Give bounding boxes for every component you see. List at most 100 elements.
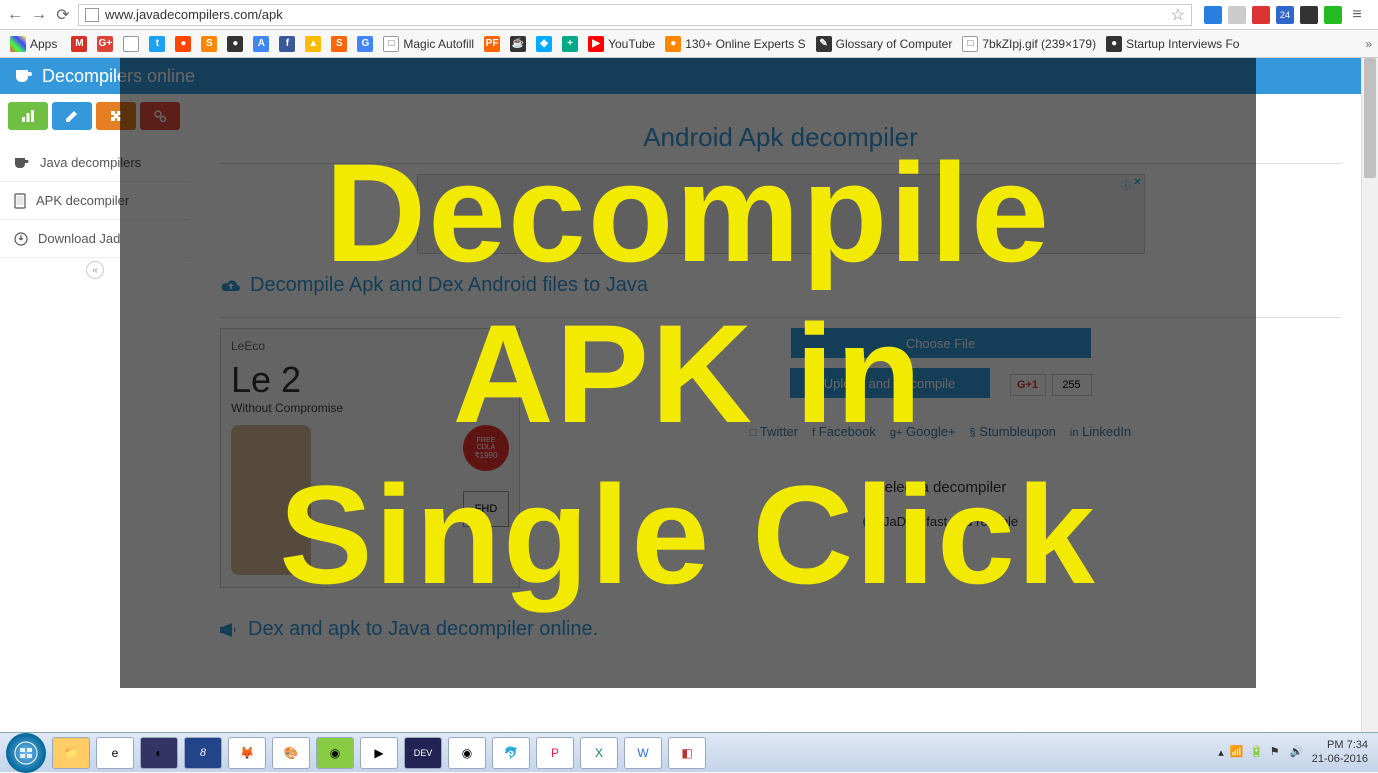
- ext-icon[interactable]: [1252, 6, 1270, 24]
- task-chrome[interactable]: ◉: [448, 737, 486, 769]
- apps-icon: [10, 36, 26, 52]
- bookmark-item[interactable]: ●: [171, 34, 195, 54]
- system-tray: ▴ 📶 🔋 ⚑ 🔊 PM 7:34 21-06-2016: [1218, 739, 1372, 765]
- bookmark-item[interactable]: □ 7bkZIpj.gif (239×179): [958, 34, 1100, 54]
- url-text: www.javadecompilers.com/apk: [105, 7, 1165, 22]
- apps-button[interactable]: Apps: [6, 34, 61, 54]
- ext-icon[interactable]: [1228, 6, 1246, 24]
- bookmark-item[interactable]: ●: [223, 34, 247, 54]
- windows-icon: [14, 741, 38, 765]
- bookmark-item[interactable]: +: [558, 34, 582, 54]
- tray-network-icon[interactable]: 📶: [1230, 745, 1246, 761]
- bookmark-item[interactable]: M: [67, 34, 91, 54]
- bookmark-icon: S: [201, 36, 217, 52]
- ext-icon[interactable]: [1204, 6, 1222, 24]
- bookmarks-overflow[interactable]: »: [1365, 37, 1372, 51]
- back-button[interactable]: ←: [6, 6, 24, 24]
- browser-navigation: ← → ⟳ www.javadecompilers.com/apk ☆ 24 ≡: [0, 0, 1378, 30]
- title-overlay: Decompile APK in Single Click: [120, 58, 1256, 688]
- tray-action-icon[interactable]: ⚑: [1270, 745, 1286, 761]
- address-bar[interactable]: www.javadecompilers.com/apk ☆: [78, 4, 1192, 26]
- bookmark-icon: f: [279, 36, 295, 52]
- ext-icon[interactable]: [1324, 6, 1342, 24]
- tray-volume-icon[interactable]: 🔊: [1290, 745, 1306, 761]
- bookmark-icon: ●: [665, 36, 681, 52]
- bookmark-icon: ▶: [588, 36, 604, 52]
- task-paint[interactable]: 🎨: [272, 737, 310, 769]
- vertical-scrollbar[interactable]: [1361, 58, 1378, 732]
- bookmark-label: 7bkZIpj.gif (239×179): [982, 37, 1096, 51]
- bookmark-icon: ▲: [305, 36, 321, 52]
- site-icon: [85, 8, 99, 22]
- extension-icons: 24 ≡: [1198, 6, 1372, 24]
- clock-time: PM 7:34: [1312, 739, 1368, 752]
- task-devcpp[interactable]: DEV: [404, 737, 442, 769]
- task-ie[interactable]: e: [96, 737, 134, 769]
- bookmark-item[interactable]: S: [197, 34, 221, 54]
- bookmark-icon: □: [383, 36, 399, 52]
- task-word[interactable]: W: [624, 737, 662, 769]
- bookmark-item[interactable]: G+: [93, 34, 117, 54]
- bookmark-item[interactable]: G: [353, 34, 377, 54]
- bookmark-icon: t: [149, 36, 165, 52]
- download-icon: [14, 232, 28, 246]
- forward-button[interactable]: →: [30, 6, 48, 24]
- bookmark-item[interactable]: □Magic Autofill: [379, 34, 478, 54]
- task-media[interactable]: ▶: [360, 737, 398, 769]
- task-powerpoint[interactable]: P: [536, 737, 574, 769]
- task-firefox[interactable]: 🦊: [228, 737, 266, 769]
- task-dolphin[interactable]: 🐬: [492, 737, 530, 769]
- taskbar-clock[interactable]: PM 7:34 21-06-2016: [1312, 739, 1372, 765]
- bookmark-item[interactable]: S: [327, 34, 351, 54]
- ext-icon[interactable]: [1300, 6, 1318, 24]
- bookmark-icon: G+: [97, 36, 113, 52]
- bookmark-icon: □: [962, 36, 978, 52]
- tray-battery-icon[interactable]: 🔋: [1250, 745, 1266, 761]
- coffee-icon: [14, 68, 34, 84]
- task-eclipse[interactable]: ◐: [140, 737, 178, 769]
- bookmark-item[interactable]: ▲: [301, 34, 325, 54]
- bookmark-item[interactable]: ● 130+ Online Experts S: [661, 34, 809, 54]
- task-app[interactable]: 8: [184, 737, 222, 769]
- toolbar-btn-edit[interactable]: [52, 102, 92, 130]
- overlay-text: Decompile APK in Single Click: [279, 132, 1097, 615]
- bookmark-icon: S: [331, 36, 347, 52]
- bookmark-icon: ●: [227, 36, 243, 52]
- reload-button[interactable]: ⟳: [54, 6, 72, 24]
- ext-icon-badge[interactable]: 24: [1276, 6, 1294, 24]
- sidebar-label: Download Jad: [38, 231, 120, 246]
- bookmark-item[interactable]: ▶YouTube: [584, 34, 659, 54]
- bookmark-icon: G: [357, 36, 373, 52]
- bookmark-item[interactable]: [119, 34, 143, 54]
- toolbar-btn-stats[interactable]: [8, 102, 48, 130]
- bookmark-item[interactable]: f: [275, 34, 299, 54]
- bookmark-item[interactable]: ✎Glossary of Computer: [812, 34, 957, 54]
- coffee-icon: [14, 156, 30, 170]
- task-explorer[interactable]: 📁: [52, 737, 90, 769]
- clock-date: 21-06-2016: [1312, 753, 1368, 766]
- bookmark-item[interactable]: ●Startup Interviews Fo: [1102, 34, 1243, 54]
- bars-icon: [21, 109, 35, 123]
- bookmark-icon: ◆: [536, 36, 552, 52]
- bookmark-item[interactable]: ☕: [506, 34, 530, 54]
- sidebar-label: APK decompiler: [36, 193, 129, 208]
- tray-show-hidden[interactable]: ▴: [1218, 746, 1224, 759]
- bookmark-label: 130+ Online Experts S: [685, 37, 805, 51]
- bookmark-item[interactable]: PF: [480, 34, 504, 54]
- task-android[interactable]: ◉: [316, 737, 354, 769]
- bookmark-icon: ✎: [816, 36, 832, 52]
- bookmark-item[interactable]: t: [145, 34, 169, 54]
- scroll-thumb[interactable]: [1364, 58, 1376, 178]
- bookmark-item[interactable]: ◆: [532, 34, 556, 54]
- task-excel[interactable]: X: [580, 737, 618, 769]
- phone-icon: [14, 193, 26, 209]
- bookmark-icon: ●: [175, 36, 191, 52]
- task-app2[interactable]: ◧: [668, 737, 706, 769]
- bookmark-item[interactable]: A: [249, 34, 273, 54]
- start-button[interactable]: [6, 733, 46, 773]
- bookmark-label: Startup Interviews Fo: [1126, 37, 1239, 51]
- bookmark-star-icon[interactable]: ☆: [1171, 5, 1185, 25]
- bookmark-icon: [123, 36, 139, 52]
- menu-icon[interactable]: ≡: [1348, 6, 1366, 24]
- bookmark-icon: M: [71, 36, 87, 52]
